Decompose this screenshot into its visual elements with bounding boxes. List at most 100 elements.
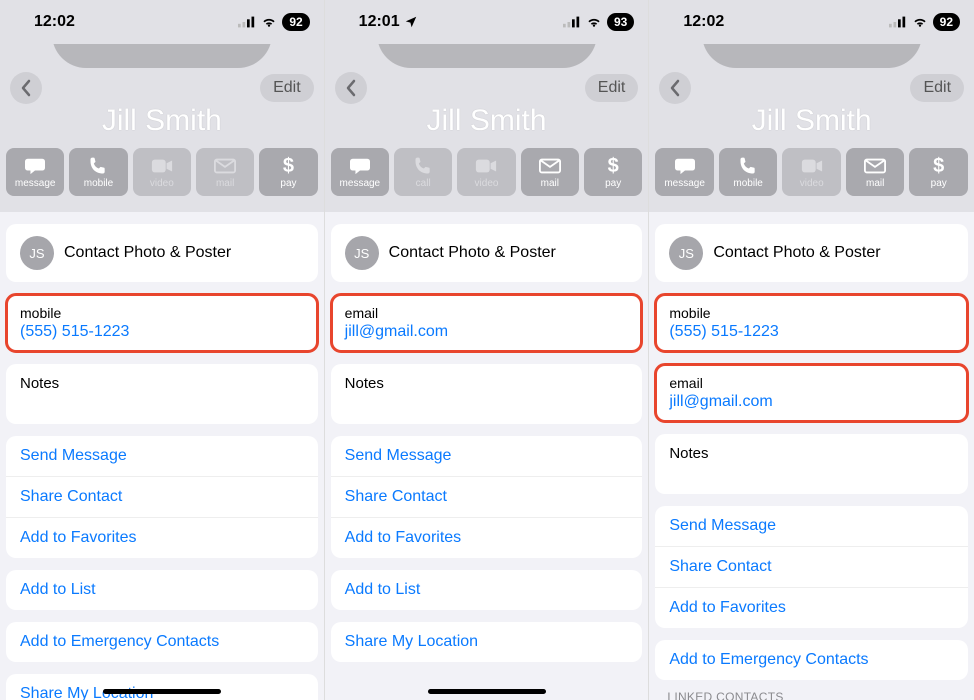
action-mail[interactable]: mail bbox=[846, 148, 905, 196]
message-icon bbox=[349, 156, 371, 176]
status-bar: 12:02 92 bbox=[0, 0, 324, 44]
battery-indicator: 92 bbox=[282, 13, 309, 31]
back-button[interactable] bbox=[659, 72, 691, 104]
pay-icon: $ bbox=[608, 156, 619, 176]
action-link[interactable]: Add to Emergency Contacts bbox=[6, 622, 318, 662]
action-link[interactable]: Share Contact bbox=[6, 477, 318, 518]
contact-header: EditJill Smithmessagemobilevideomail$pay bbox=[649, 44, 974, 212]
action-message[interactable]: message bbox=[6, 148, 64, 196]
action-link[interactable]: Add to Favorites bbox=[331, 518, 643, 558]
action-label: mobile bbox=[733, 178, 762, 189]
video-icon bbox=[151, 156, 173, 176]
screen-1: 12:0193EditJill Smithmessagecallvideomai… bbox=[325, 0, 650, 700]
contact-monogram: JS bbox=[20, 236, 54, 270]
action-link[interactable]: Share Contact bbox=[655, 547, 968, 588]
status-right: 92 bbox=[238, 13, 309, 31]
action-mobile[interactable]: mobile bbox=[719, 148, 778, 196]
action-link[interactable]: Send Message bbox=[655, 506, 968, 547]
action-row: message mobile video mail$pay bbox=[0, 148, 324, 204]
action-link[interactable]: Add to Emergency Contacts bbox=[655, 640, 968, 680]
action-label: message bbox=[664, 178, 705, 189]
contact-field-email[interactable]: emailjill@gmail.com bbox=[655, 364, 968, 422]
action-pay[interactable]: $ pay bbox=[584, 148, 642, 196]
field-label: email bbox=[345, 305, 629, 321]
status-right: 93 bbox=[563, 13, 634, 31]
field-value: (555) 515-1223 bbox=[669, 323, 954, 341]
action-label: call bbox=[416, 178, 431, 189]
notes-card[interactable]: Notes bbox=[655, 434, 968, 494]
content: JSContact Photo & Poster email jill@gmail.… bbox=[325, 224, 649, 662]
action-label: pay bbox=[605, 178, 621, 189]
actions-group-3: Add to Emergency Contacts bbox=[6, 622, 318, 662]
action-mail: mail bbox=[196, 148, 254, 196]
action-link[interactable]: Add to List bbox=[6, 570, 318, 610]
action-video: video bbox=[782, 148, 841, 196]
contact-photo-poster-label: Contact Photo & Poster bbox=[64, 244, 231, 262]
contact-photo-poster-card[interactable]: JSContact Photo & Poster bbox=[331, 224, 643, 282]
action-link[interactable]: Send Message bbox=[6, 436, 318, 477]
action-link[interactable]: Share My Location bbox=[6, 674, 318, 700]
wifi-icon bbox=[586, 16, 602, 28]
action-link[interactable]: Send Message bbox=[331, 436, 643, 477]
action-label: pay bbox=[931, 178, 947, 189]
field-label: mobile bbox=[669, 305, 954, 321]
contact-photo-poster-card[interactable]: JS Contact Photo & Poster bbox=[6, 224, 318, 282]
contact-field-mobile[interactable]: mobile (555) 515-1223 bbox=[655, 294, 968, 352]
actions-group-1: Send MessageShare ContactAdd to Favorite… bbox=[655, 506, 968, 628]
notes-label: Notes bbox=[669, 445, 954, 462]
location-icon bbox=[404, 15, 418, 29]
wifi-icon bbox=[261, 16, 277, 28]
edit-button[interactable]: Edit bbox=[910, 74, 964, 102]
action-label: message bbox=[340, 178, 381, 189]
action-link[interactable]: Share Contact bbox=[331, 477, 643, 518]
contact-field-mobile[interactable]: mobile(555) 515-1223 bbox=[6, 294, 318, 352]
action-mobile[interactable]: mobile bbox=[69, 148, 127, 196]
home-indicator[interactable] bbox=[103, 689, 221, 694]
back-button[interactable] bbox=[10, 72, 42, 104]
action-label: mobile bbox=[84, 178, 113, 189]
home-indicator[interactable] bbox=[428, 689, 546, 694]
mobile-icon bbox=[738, 156, 758, 176]
notes-label: Notes bbox=[20, 375, 304, 392]
action-link[interactable]: Add to Favorites bbox=[6, 518, 318, 558]
action-label: video bbox=[150, 178, 174, 189]
actions-group-2: Add to List bbox=[331, 570, 643, 610]
notes-card[interactable]: Notes bbox=[331, 364, 643, 424]
action-message[interactable]: message bbox=[655, 148, 714, 196]
action-label: mail bbox=[866, 178, 884, 189]
mail-icon bbox=[864, 156, 886, 176]
field-value: jill@gmail.com bbox=[345, 323, 629, 341]
status-left: 12:02 bbox=[34, 13, 75, 31]
field-label: mobile bbox=[20, 305, 304, 321]
back-button[interactable] bbox=[335, 72, 367, 104]
notes-card[interactable]: Notes bbox=[6, 364, 318, 424]
contact-header: EditJill Smithmessagecallvideomail$pay bbox=[325, 44, 649, 212]
action-pay[interactable]: $ pay bbox=[909, 148, 968, 196]
status-time: 12:02 bbox=[34, 13, 75, 31]
action-message[interactable]: message bbox=[331, 148, 389, 196]
notes-label: Notes bbox=[345, 375, 629, 392]
contact-field-email[interactable]: email jill@gmail.com bbox=[331, 294, 643, 352]
edit-button[interactable]: Edit bbox=[585, 74, 639, 102]
content: JS Contact Photo & Poster mobile(555) 515-… bbox=[0, 224, 324, 700]
action-pay[interactable]: $pay bbox=[259, 148, 317, 196]
actions-group-1: Send MessageShare ContactAdd to Favorite… bbox=[6, 436, 318, 558]
cellular-icon bbox=[563, 16, 581, 28]
action-link[interactable]: Add to Favorites bbox=[655, 588, 968, 628]
screen-0: 12:0292EditJill Smithmessagemobilevideom… bbox=[0, 0, 325, 700]
battery-indicator: 93 bbox=[607, 13, 634, 31]
contact-photo-poster-card[interactable]: JSContact Photo & Poster bbox=[655, 224, 968, 282]
pay-icon: $ bbox=[283, 156, 294, 176]
cellular-icon bbox=[889, 16, 907, 28]
actions-group-4: Share My Location bbox=[6, 674, 318, 700]
action-link[interactable]: Share My Location bbox=[331, 622, 643, 662]
action-link[interactable]: Add to List bbox=[331, 570, 643, 610]
action-mail[interactable]: mail bbox=[521, 148, 579, 196]
message-icon bbox=[24, 156, 46, 176]
pay-icon: $ bbox=[933, 156, 944, 176]
action-label: mail bbox=[541, 178, 559, 189]
action-row: message mobile video mail $ pay bbox=[649, 148, 974, 204]
field-label: email bbox=[669, 375, 954, 391]
action-video: video bbox=[133, 148, 191, 196]
edit-button[interactable]: Edit bbox=[260, 74, 314, 102]
